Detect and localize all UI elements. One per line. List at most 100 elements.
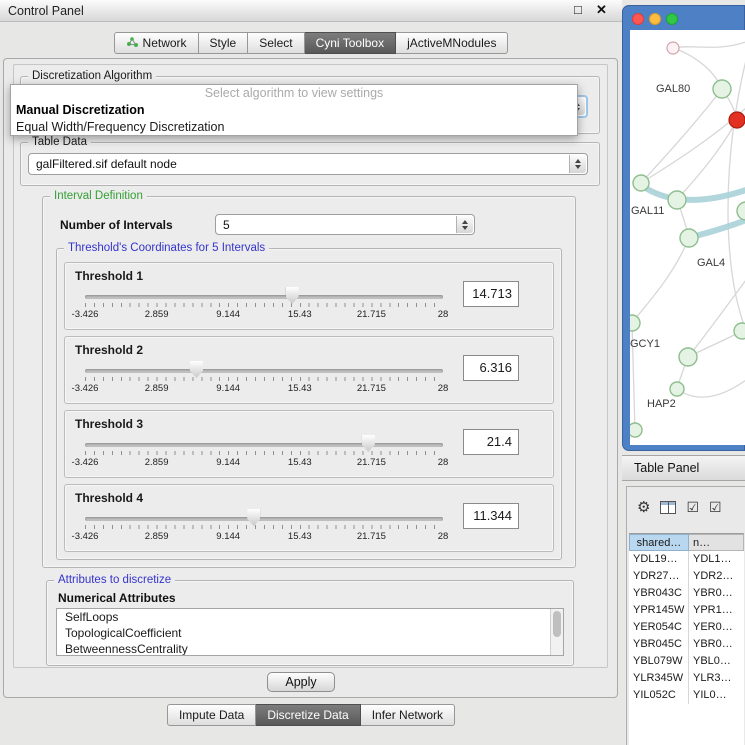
threshold-1-slider[interactable]: -3.426 2.859 9.144 15.43 21.715 28 <box>85 287 443 329</box>
threshold-3-panel: Threshold 3 -3.426 2.859 9.144 15.43 21.… <box>64 410 554 478</box>
dropdown-item-manual-discretization[interactable]: Manual Discretization <box>11 102 577 119</box>
scale-label: 28 <box>438 457 449 468</box>
cell-shared-name[interactable]: YBL079W <box>629 653 689 670</box>
threshold-2-label: Threshold 2 <box>75 343 143 357</box>
network-node[interactable] <box>667 42 679 54</box>
table-row[interactable]: YPR145W YPR1… <box>629 602 744 619</box>
cell-name[interactable]: YDL1… <box>689 551 744 568</box>
cell-shared-name[interactable]: YLR345W <box>629 670 689 687</box>
cell-shared-name[interactable]: YIL052C <box>629 687 689 704</box>
column-header-name[interactable]: n… <box>689 534 744 551</box>
table-row[interactable]: YBR043C YBR0… <box>629 585 744 602</box>
close-icon[interactable]: ✕ <box>596 2 607 18</box>
threshold-2-value-field[interactable]: 6.316 <box>463 355 519 381</box>
tab-impute-data[interactable]: Impute Data <box>167 704 256 726</box>
threshold-2-slider[interactable]: -3.426 2.859 9.144 15.43 21.715 28 <box>85 361 443 403</box>
cell-name[interactable]: YPR1… <box>689 602 744 619</box>
scale-label: 9.144 <box>216 383 240 394</box>
table-row[interactable]: YDL19… YDL1… <box>629 551 744 568</box>
combo-stepper-icon[interactable] <box>456 216 473 233</box>
threshold-2-slider-handle[interactable] <box>190 361 203 378</box>
tab-infer-network[interactable]: Infer Network <box>361 704 455 726</box>
table-row[interactable]: YLR345W YLR3… <box>629 670 744 687</box>
tab-jactivemnodules[interactable]: jActiveMNodules <box>396 32 508 54</box>
numerical-attributes-list[interactable]: SelfLoops TopologicalCoefficient Between… <box>56 608 564 656</box>
apply-button[interactable]: Apply <box>267 672 335 692</box>
table-row[interactable]: YIL052C YIL0… <box>629 687 744 704</box>
cell-shared-name[interactable]: YDR27… <box>629 568 689 585</box>
network-graph: GAL80 GAL11 GAL4 GCY1 HAP2 <box>630 30 745 445</box>
list-item[interactable]: BetweennessCentrality <box>57 641 563 656</box>
control-panel-titlebar: Control Panel □ ✕ <box>0 0 622 22</box>
combo-stepper-icon[interactable] <box>569 155 586 173</box>
threshold-1-slider-handle[interactable] <box>286 287 299 304</box>
columns-icon[interactable] <box>660 501 676 514</box>
list-scrollbar[interactable] <box>550 609 563 655</box>
threshold-3-slider-handle[interactable] <box>362 435 375 452</box>
cell-shared-name[interactable]: YBR045C <box>629 636 689 653</box>
threshold-4-slider-handle[interactable] <box>247 509 260 526</box>
network-view-window[interactable]: GAL80 GAL11 GAL4 GCY1 HAP2 <box>622 5 745 451</box>
slider-track[interactable] <box>85 369 443 373</box>
table-row[interactable]: YBL079W YBL0… <box>629 653 744 670</box>
cell-shared-name[interactable]: YER054C <box>629 619 689 636</box>
table-panel-title: Table Panel <box>634 461 699 475</box>
cell-name[interactable]: YIL0… <box>689 687 744 704</box>
slider-track[interactable] <box>85 517 443 521</box>
cell-shared-name[interactable]: YBR043C <box>629 585 689 602</box>
node-label-gal80: GAL80 <box>656 83 690 95</box>
tab-discretize-data[interactable]: Discretize Data <box>256 704 360 726</box>
scale-label: -3.426 <box>72 457 99 468</box>
cell-name[interactable]: YBR0… <box>689 585 744 602</box>
table-row[interactable]: YDR27… YDR2… <box>629 568 744 585</box>
table-row[interactable]: YBR045C YBR0… <box>629 636 744 653</box>
cell-name[interactable]: YDR2… <box>689 568 744 585</box>
select-columns-icon[interactable]: ☑ <box>709 499 722 516</box>
tab-cyni-toolbox[interactable]: Cyni Toolbox <box>305 32 396 54</box>
scrollbar-thumb[interactable] <box>553 611 561 637</box>
scale-label: 28 <box>438 309 449 320</box>
table-panel: ⚙ ☑ ☑ shared… n… YDL19… YDL1… YDR27… YDR… <box>626 486 745 745</box>
cell-name[interactable]: YLR3… <box>689 670 744 687</box>
tab-style[interactable]: Style <box>199 32 249 54</box>
scale-label: 21.715 <box>357 309 386 320</box>
tab-select[interactable]: Select <box>248 32 304 54</box>
threshold-1-value-field[interactable]: 14.713 <box>463 281 519 307</box>
threshold-3-slider[interactable]: -3.426 2.859 9.144 15.43 21.715 28 <box>85 435 443 477</box>
threshold-4-value-field[interactable]: 11.344 <box>463 503 519 529</box>
select-all-icon[interactable]: ☑ <box>686 499 699 516</box>
list-item[interactable]: SelfLoops <box>57 609 563 625</box>
dropdown-placeholder-item[interactable]: Select algorithm to view settings <box>11 85 577 102</box>
traffic-minimize-icon[interactable] <box>649 13 661 25</box>
dropdown-item-equal-width[interactable]: Equal Width/Frequency Discretization <box>11 119 577 136</box>
table-header-row: shared… n… <box>629 534 744 551</box>
threshold-4-slider[interactable]: -3.426 2.859 9.144 15.43 21.715 28 <box>85 509 443 551</box>
slider-track[interactable] <box>85 443 443 447</box>
table-row[interactable]: YER054C YER0… <box>629 619 744 636</box>
cell-name[interactable]: YER0… <box>689 619 744 636</box>
column-header-shared-name[interactable]: shared… <box>629 534 689 551</box>
cell-shared-name[interactable]: YPR145W <box>629 602 689 619</box>
tab-impute-data-label: Impute Data <box>179 708 244 722</box>
tab-network[interactable]: Network <box>114 32 199 54</box>
network-canvas[interactable]: GAL80 GAL11 GAL4 GCY1 HAP2 <box>630 30 745 445</box>
gear-icon[interactable]: ⚙ <box>637 498 650 516</box>
scale-label: 2.859 <box>145 457 169 468</box>
slider-ticks <box>85 303 443 307</box>
traffic-close-icon[interactable] <box>632 13 644 25</box>
scale-label: -3.426 <box>72 309 99 320</box>
threshold-3-value-field[interactable]: 21.4 <box>463 429 519 455</box>
table-data-combo[interactable]: galFiltered.sif default node <box>28 153 588 175</box>
threshold-1-label: Threshold 1 <box>75 269 143 283</box>
cell-shared-name[interactable]: YDL19… <box>629 551 689 568</box>
cell-name[interactable]: YBL0… <box>689 653 744 670</box>
float-window-icon[interactable]: □ <box>574 2 582 17</box>
cell-name[interactable]: YBR0… <box>689 636 744 653</box>
scale-label: 15.43 <box>288 531 312 542</box>
number-of-intervals-combo[interactable]: 5 <box>215 214 475 235</box>
traffic-zoom-icon[interactable] <box>666 13 678 25</box>
list-item[interactable]: TopologicalCoefficient <box>57 625 563 641</box>
slider-track[interactable] <box>85 295 443 299</box>
scale-label: 28 <box>438 531 449 542</box>
selected-network-node[interactable] <box>729 112 745 128</box>
